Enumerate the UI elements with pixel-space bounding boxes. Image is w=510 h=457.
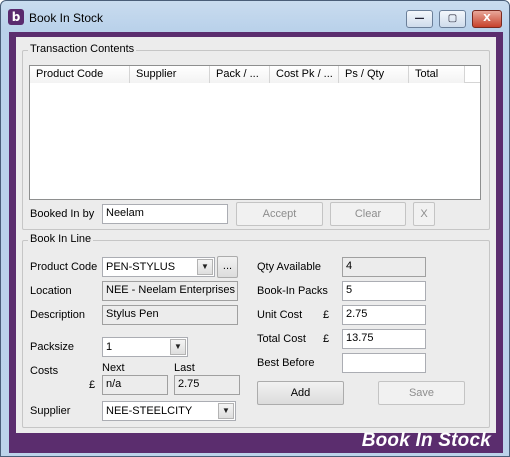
transaction-list[interactable]: Product Code Supplier Pack / ... Cost Pk… <box>29 65 481 200</box>
chevron-down-icon: ▼ <box>197 259 213 275</box>
product-browse-button[interactable]: ... <box>217 256 238 278</box>
description-label: Description <box>30 309 86 321</box>
window-title: Book In Stock <box>29 11 104 25</box>
main-panel: Transaction Contents Product Code Suppli… <box>16 37 496 433</box>
clear-button[interactable]: Clear <box>330 202 406 226</box>
chevron-down-icon: ▼ <box>170 339 186 355</box>
currency-symbol: £ <box>89 379 96 391</box>
column-pack[interactable]: Pack / ... <box>210 66 270 83</box>
total-cost-label: Total Cost <box>257 333 306 345</box>
supplier-label: Supplier <box>30 405 71 417</box>
product-code-select[interactable]: PEN-STYLUS ▼ <box>102 257 215 277</box>
transaction-contents-group: Transaction Contents Product Code Suppli… <box>22 43 490 230</box>
minimize-button[interactable]: — <box>406 10 433 28</box>
column-ps-qty[interactable]: Ps / Qty <box>339 66 409 83</box>
close-button[interactable]: X <box>472 10 502 28</box>
product-code-value: PEN-STYLUS <box>106 261 176 273</box>
packsize-value: 1 <box>106 341 113 353</box>
transaction-list-header: Product Code Supplier Pack / ... Cost Pk… <box>30 66 480 83</box>
supplier-select[interactable]: NEE-STEELCITY ▼ <box>102 401 236 421</box>
title-bar[interactable]: b Book In Stock — ▢ X <box>1 1 509 31</box>
last-cost-label: Last <box>174 362 195 374</box>
total-cost-currency: £ <box>323 333 330 345</box>
column-supplier[interactable]: Supplier <box>130 66 210 83</box>
best-before-field[interactable] <box>342 353 426 373</box>
packsize-select[interactable]: 1 ▼ <box>102 337 188 357</box>
column-cost-pk[interactable]: Cost Pk / ... <box>270 66 339 83</box>
chevron-down-icon: ▼ <box>218 403 234 419</box>
qty-available-field: 4 <box>342 257 426 277</box>
brand-footer-title: Book In Stock <box>361 430 491 451</box>
save-button[interactable]: Save <box>378 381 465 405</box>
accept-button[interactable]: Accept <box>236 202 323 226</box>
best-before-label: Best Before <box>257 357 315 369</box>
packsize-label: Packsize <box>30 341 75 353</box>
app-icon: b <box>8 9 24 25</box>
next-cost-label: Next <box>102 362 125 374</box>
next-cost-field: n/a <box>102 375 168 395</box>
description-field: Stylus Pen <box>102 305 238 325</box>
total-cost-field[interactable]: 13.75 <box>342 329 426 349</box>
column-total[interactable]: Total <box>409 66 465 83</box>
bookin-packs-field[interactable]: 5 <box>342 281 426 301</box>
column-product-code[interactable]: Product Code <box>30 66 130 83</box>
location-field: NEE - Neelam Enterprises <box>102 281 238 301</box>
last-cost-field: 2.75 <box>174 375 240 395</box>
app-window: b Book In Stock — ▢ X Transaction Conten… <box>0 0 510 457</box>
client-area: Transaction Contents Product Code Suppli… <box>9 32 503 453</box>
bookin-packs-label: Book-In Packs <box>257 285 328 297</box>
qty-available-label: Qty Available <box>257 261 322 273</box>
add-button[interactable]: Add <box>257 381 344 405</box>
booked-in-by-label: Booked In by <box>30 208 95 220</box>
book-in-line-group: Book In Line Product Code PEN-STYLUS ▼ .… <box>22 233 490 428</box>
costs-label: Costs <box>30 365 59 377</box>
unit-cost-currency: £ <box>323 309 330 321</box>
remove-line-button[interactable]: X <box>413 202 435 226</box>
transaction-contents-title: Transaction Contents <box>28 43 137 55</box>
booked-in-by-field[interactable]: Neelam <box>102 204 228 224</box>
maximize-button[interactable]: ▢ <box>439 10 466 28</box>
unit-cost-field[interactable]: 2.75 <box>342 305 426 325</box>
product-code-label: Product Code <box>30 261 98 273</box>
location-label: Location <box>30 285 72 297</box>
unit-cost-label: Unit Cost <box>257 309 303 321</box>
book-in-line-title: Book In Line <box>28 233 94 245</box>
supplier-value: NEE-STEELCITY <box>106 405 193 417</box>
